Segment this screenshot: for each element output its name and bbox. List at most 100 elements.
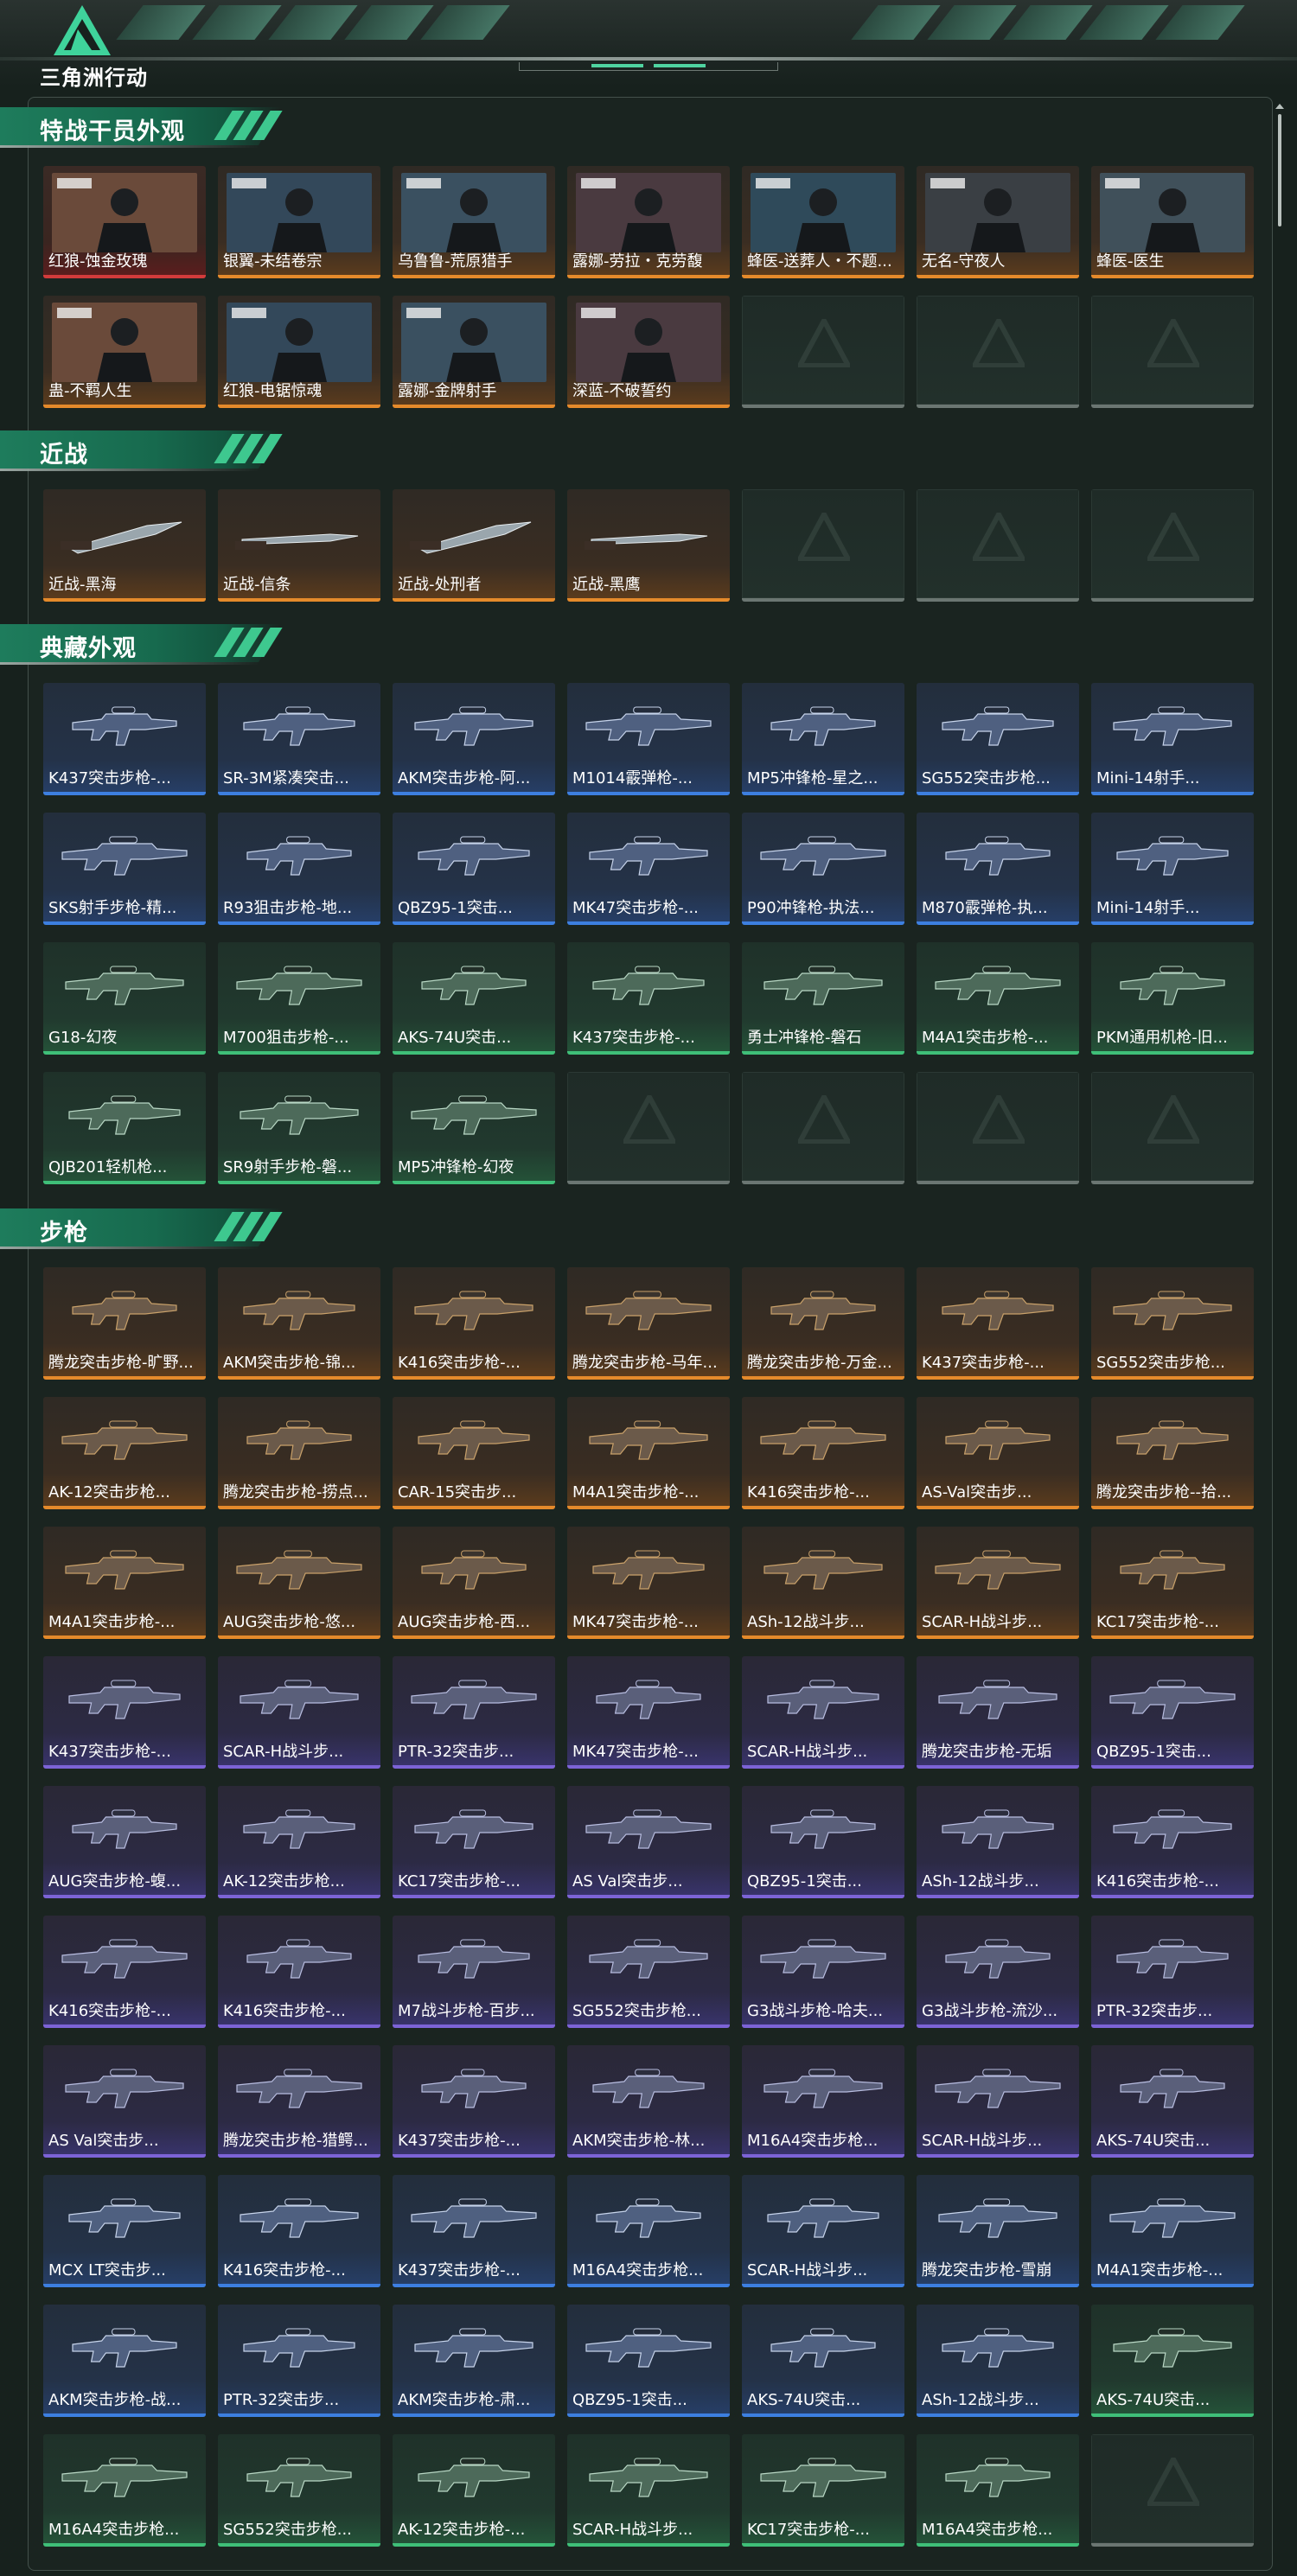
skin-card[interactable]: MP5冲锋枪-星之... [742, 683, 904, 795]
scrollbar[interactable] [1275, 104, 1285, 233]
skin-card[interactable]: K437突击步枪-... [917, 1267, 1079, 1380]
skin-card[interactable]: AKS-74U突击... [742, 2305, 904, 2417]
skin-card[interactable]: QJB201轻机枪... [43, 1072, 206, 1184]
skin-card[interactable]: K416突击步枪-... [1091, 1786, 1254, 1898]
skin-card[interactable]: SCAR-H战斗步... [742, 1656, 904, 1769]
skin-card[interactable]: KC17突击步枪-... [742, 2434, 904, 2547]
scroll-up-icon[interactable] [1275, 104, 1284, 109]
skin-card[interactable]: SCAR-H战斗步... [218, 1656, 380, 1769]
skin-card[interactable]: QBZ95-1突击... [567, 2305, 730, 2417]
skin-card[interactable]: 腾龙突击步枪-捞点... [218, 1397, 380, 1509]
skin-card[interactable]: MK47突击步枪-... [567, 813, 730, 925]
skin-card[interactable]: 蜂医-医生 [1091, 166, 1254, 278]
skin-card[interactable]: 红狼-电锯惊魂 [218, 296, 380, 408]
skin-card[interactable]: K416突击步枪-... [742, 1397, 904, 1509]
skin-card[interactable]: R93狙击步枪-地... [218, 813, 380, 925]
skin-card[interactable]: AKM突击步枪-林... [567, 2045, 730, 2158]
skin-card[interactable]: 近战-信条 [218, 489, 380, 602]
skin-card[interactable]: ASh-12战斗步... [917, 1786, 1079, 1898]
skin-card[interactable]: MK47突击步枪-... [567, 1527, 730, 1639]
skin-card[interactable]: SG552突击步枪... [1091, 1267, 1254, 1380]
skin-card[interactable]: M16A4突击步枪... [917, 2434, 1079, 2547]
skin-card[interactable]: 露娜-劳拉・克劳馥 [567, 166, 730, 278]
skin-card[interactable]: PKM通用机枪-旧... [1091, 942, 1254, 1055]
skin-card[interactable]: SCAR-H战斗步... [917, 2045, 1079, 2158]
skin-card[interactable]: 乌鲁鲁-荒原猎手 [393, 166, 555, 278]
skin-card[interactable]: K416突击步枪-... [393, 1267, 555, 1380]
skin-card[interactable]: M16A4突击步枪... [43, 2434, 206, 2547]
skin-card[interactable]: M16A4突击步枪... [742, 2045, 904, 2158]
skin-card[interactable]: MCX LT突击步... [43, 2175, 206, 2287]
skin-card[interactable]: SCAR-H战斗步... [742, 2175, 904, 2287]
skin-card[interactable]: AKS-74U突击... [393, 942, 555, 1055]
skin-card[interactable]: AK-12突击步枪... [218, 1786, 380, 1898]
skin-card[interactable]: 近战-处刑者 [393, 489, 555, 602]
skin-card[interactable]: AS Val突击步... [567, 1786, 730, 1898]
skin-card[interactable]: AUG突击步枪-西... [393, 1527, 555, 1639]
skin-card[interactable]: M700狙击步枪-... [218, 942, 380, 1055]
skin-card[interactable]: AKM突击步枪-锦... [218, 1267, 380, 1380]
skin-card[interactable]: SG552突击步枪... [567, 1916, 730, 2028]
skin-card[interactable]: AUG突击步枪-悠... [218, 1527, 380, 1639]
skin-card[interactable]: K416突击步枪-... [218, 2175, 380, 2287]
skin-card[interactable]: 勇士冲锋枪-磐石 [742, 942, 904, 1055]
skin-card[interactable]: MP5冲锋枪-幻夜 [393, 1072, 555, 1184]
skin-card[interactable]: 腾龙突击步枪-猎鳄... [218, 2045, 380, 2158]
skin-card[interactable]: SR9射手步枪-磐... [218, 1072, 380, 1184]
skin-card[interactable]: M4A1突击步枪-... [917, 942, 1079, 1055]
skin-card[interactable]: QBZ95-1突击... [1091, 1656, 1254, 1769]
skin-card[interactable]: QBZ95-1突击... [393, 813, 555, 925]
skin-card[interactable]: 腾龙突击步枪-马年... [567, 1267, 730, 1380]
skin-card[interactable]: M870霰弹枪-执... [917, 813, 1079, 925]
skin-card[interactable]: SR-3M紧凑突击... [218, 683, 380, 795]
skin-card[interactable]: SCAR-H战斗步... [567, 2434, 730, 2547]
skin-card[interactable]: KC17突击步枪-... [1091, 1527, 1254, 1639]
skin-card[interactable]: 近战-黑鹰 [567, 489, 730, 602]
skin-card[interactable]: 腾龙突击步枪-万金... [742, 1267, 904, 1380]
skin-card[interactable]: G3战斗步枪-哈夫... [742, 1916, 904, 2028]
skin-card[interactable]: 腾龙突击步枪-无垢 [917, 1656, 1079, 1769]
skin-card[interactable]: K437突击步枪-... [43, 683, 206, 795]
skin-card[interactable]: P90冲锋枪-执法... [742, 813, 904, 925]
skin-card[interactable]: KC17突击步枪-... [393, 1786, 555, 1898]
skin-card[interactable]: AUG突击步枪-蝮... [43, 1786, 206, 1898]
skin-card[interactable]: K416突击步枪-... [43, 1916, 206, 2028]
skin-card[interactable]: SG552突击步枪... [917, 683, 1079, 795]
skin-card[interactable]: Mini-14射手... [1091, 813, 1254, 925]
skin-card[interactable]: SG552突击步枪... [218, 2434, 380, 2547]
skin-card[interactable]: K437突击步枪-... [567, 942, 730, 1055]
skin-card[interactable]: AKM突击步枪-战... [43, 2305, 206, 2417]
skin-card[interactable]: AK-12突击步枪-... [393, 2434, 555, 2547]
skin-card[interactable]: 腾龙突击步枪-雪崩 [917, 2175, 1079, 2287]
skin-card[interactable]: 银翼-未结卷宗 [218, 166, 380, 278]
skin-card[interactable]: MK47突击步枪-... [567, 1656, 730, 1769]
skin-card[interactable]: M4A1突击步枪-... [567, 1397, 730, 1509]
skin-card[interactable]: 腾龙突击步枪--拾... [1091, 1397, 1254, 1509]
skin-card[interactable]: QBZ95-1突击... [742, 1786, 904, 1898]
skin-card[interactable]: G18-幻夜 [43, 942, 206, 1055]
skin-card[interactable]: M4A1突击步枪-... [43, 1527, 206, 1639]
skin-card[interactable]: G3战斗步枪-流沙... [917, 1916, 1079, 2028]
skin-card[interactable]: M1014霰弹枪-... [567, 683, 730, 795]
skin-card[interactable]: 红狼-蚀金玫瑰 [43, 166, 206, 278]
skin-card[interactable]: AKS-74U突击... [1091, 2305, 1254, 2417]
skin-card[interactable]: K416突击步枪-... [218, 1916, 380, 2028]
skin-card[interactable]: PTR-32突击步... [1091, 1916, 1254, 2028]
skin-card[interactable]: M4A1突击步枪-... [1091, 2175, 1254, 2287]
skin-card[interactable]: SKS射手步枪-精... [43, 813, 206, 925]
skin-card[interactable]: PTR-32突击步... [218, 2305, 380, 2417]
skin-card[interactable]: ASh-12战斗步... [917, 2305, 1079, 2417]
skin-card[interactable]: Mini-14射手... [1091, 683, 1254, 795]
skin-card[interactable]: K437突击步枪-... [393, 2175, 555, 2287]
skin-card[interactable]: AK-12突击步枪... [43, 1397, 206, 1509]
skin-card[interactable]: 深蓝-不破誓约 [567, 296, 730, 408]
skin-card[interactable]: AKM突击步枪-肃... [393, 2305, 555, 2417]
skin-card[interactable]: AKM突击步枪-阿... [393, 683, 555, 795]
skin-card[interactable]: K437突击步枪-... [393, 2045, 555, 2158]
skin-card[interactable]: AKS-74U突击... [1091, 2045, 1254, 2158]
skin-card[interactable]: K437突击步枪-... [43, 1656, 206, 1769]
skin-card[interactable]: 近战-黑海 [43, 489, 206, 602]
skin-card[interactable]: SCAR-H战斗步... [917, 1527, 1079, 1639]
skin-card[interactable]: AS-Val突击步... [917, 1397, 1079, 1509]
skin-card[interactable]: PTR-32突击步... [393, 1656, 555, 1769]
